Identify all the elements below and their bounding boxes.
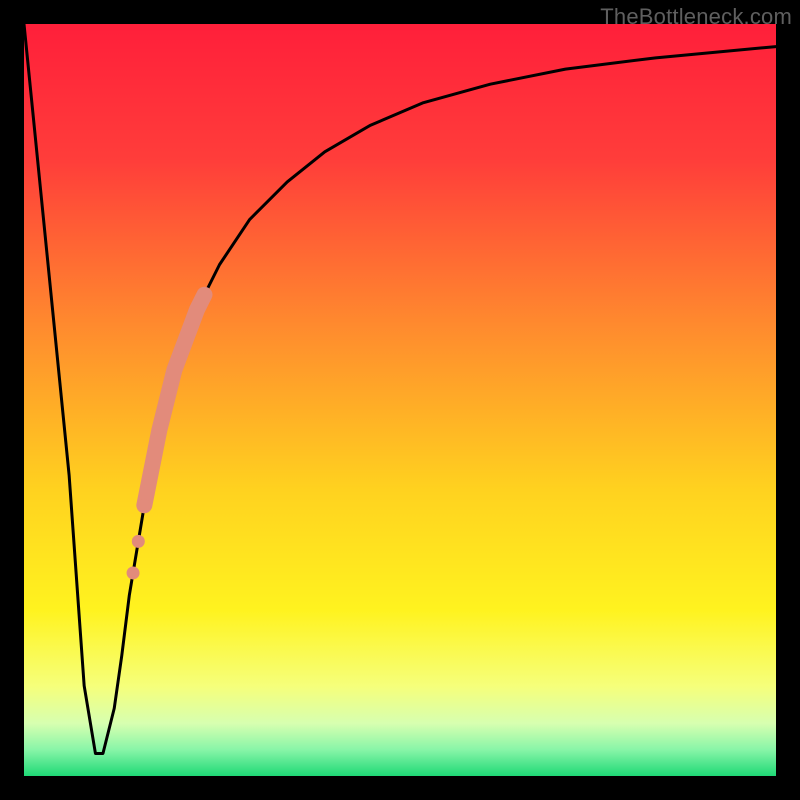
- chart-frame: TheBottleneck.com: [0, 0, 800, 800]
- bottleneck-chart: [24, 24, 776, 776]
- highlight-dot: [127, 566, 140, 579]
- plot-area: [24, 24, 776, 776]
- highlight-dot: [132, 535, 145, 548]
- gradient-background: [24, 24, 776, 776]
- watermark-text: TheBottleneck.com: [600, 4, 792, 30]
- highlight-dot: [138, 499, 151, 512]
